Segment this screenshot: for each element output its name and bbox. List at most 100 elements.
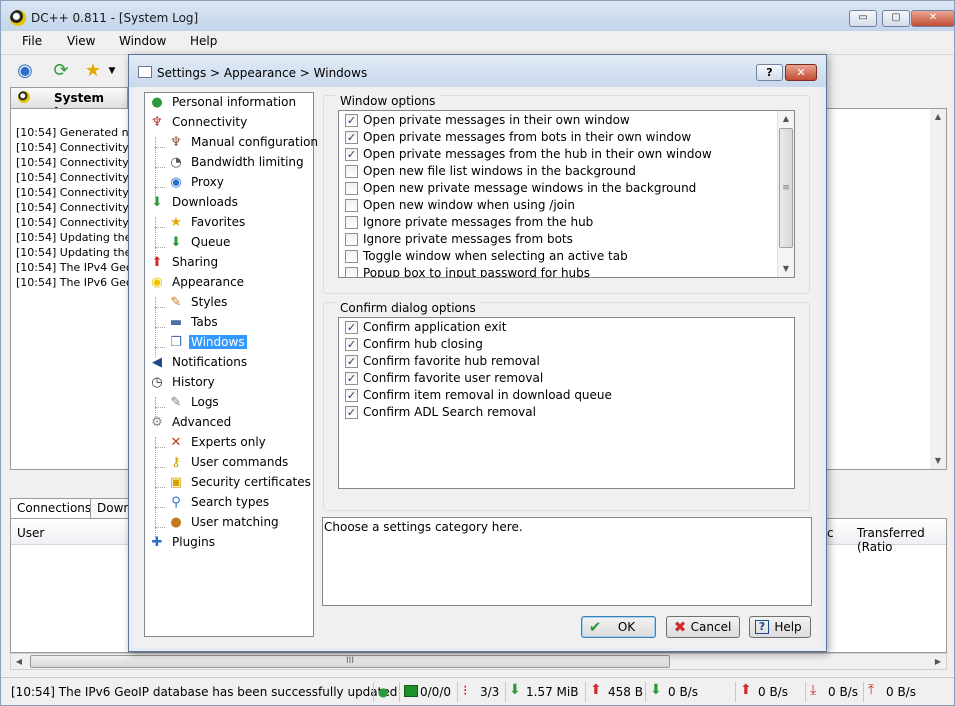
tree-item-label: Advanced bbox=[172, 415, 232, 429]
horizontal-scrollbar[interactable]: ◀ III ▶ bbox=[10, 653, 947, 670]
scroll-down-arrow-icon[interactable]: ▼ bbox=[930, 453, 946, 469]
dialog-title: Settings > Appearance > Windows bbox=[157, 66, 368, 80]
title-bar[interactable]: DC++ 0.811 - [System Log] ▭ ▢ ✕ bbox=[1, 1, 955, 31]
appearance-icon: ◉ bbox=[151, 275, 163, 290]
favorites-folder-icon: ★ bbox=[170, 215, 182, 230]
tree-line bbox=[155, 187, 165, 188]
upload-limit-icon: ⤒ bbox=[868, 682, 875, 698]
tree-item-label: Manual configuration bbox=[191, 135, 319, 149]
settings-window-icon bbox=[138, 66, 152, 78]
log-line: [10:54] Connectivity: I bbox=[16, 156, 139, 169]
log-vertical-scrollbar[interactable]: ▲ ▼ bbox=[930, 109, 946, 469]
favorites-star-icon[interactable]: ★ bbox=[81, 59, 105, 83]
palette-icon: ✎ bbox=[170, 295, 182, 310]
menu-help[interactable]: Help bbox=[190, 34, 217, 48]
upload-arrow-icon: ⬆ bbox=[590, 682, 602, 698]
column-transferred[interactable]: Transferred (Ratio bbox=[857, 526, 946, 554]
status-message: [10:54] The IPv6 GeoIP database has been… bbox=[11, 685, 398, 699]
window-options-list[interactable]: ✓ Open private messages in their own wind… bbox=[338, 110, 795, 278]
ok-button-label: OK bbox=[617, 620, 636, 634]
option-label: Open private messages from bots in their… bbox=[363, 130, 692, 144]
checkbox-unchecked[interactable] bbox=[345, 250, 358, 263]
log-line: [10:54] Connectivity: I bbox=[16, 201, 139, 214]
scroll-left-arrow-icon[interactable]: ◀ bbox=[11, 654, 27, 669]
checkbox-checked[interactable]: ✓ bbox=[345, 372, 358, 385]
checkbox-checked[interactable]: ✓ bbox=[345, 148, 358, 161]
tree-line bbox=[155, 247, 165, 248]
tree-item-label: Notifications bbox=[172, 355, 248, 369]
checkbox-unchecked[interactable] bbox=[345, 216, 358, 229]
tree-line bbox=[155, 327, 165, 328]
dialog-help-button[interactable]: ? bbox=[756, 64, 783, 81]
person-icon: ● bbox=[151, 95, 163, 110]
menu-window[interactable]: Window bbox=[119, 34, 166, 48]
tree-item-label: Tabs bbox=[191, 315, 218, 329]
checkbox-checked[interactable]: ✓ bbox=[345, 406, 358, 419]
gauge-icon: ◔ bbox=[170, 155, 182, 170]
history-clock-icon: ◷ bbox=[151, 375, 163, 390]
checkbox-checked[interactable]: ✓ bbox=[345, 114, 358, 127]
checkbox-checked[interactable]: ✓ bbox=[345, 321, 358, 334]
dropdown-arrow-icon[interactable]: ▼ bbox=[105, 59, 119, 83]
settings-category-tree[interactable]: ● Personal information ♆ Connectivity ♆ Man… bbox=[144, 92, 318, 637]
scroll-right-arrow-icon[interactable]: ▶ bbox=[930, 654, 946, 669]
scroll-up-arrow-icon[interactable]: ▲ bbox=[930, 109, 946, 125]
option-label: Open new window when using /join bbox=[363, 198, 575, 212]
category-description: Choose a settings category here. bbox=[322, 517, 812, 606]
window-options-title: Window options bbox=[336, 94, 440, 108]
scroll-down-arrow-icon[interactable]: ▼ bbox=[778, 261, 794, 277]
dialog-close-button[interactable]: ✕ bbox=[785, 64, 817, 81]
checkbox-checked[interactable]: ✓ bbox=[345, 131, 358, 144]
tree-line bbox=[155, 507, 165, 508]
confirm-options-list[interactable]: ✓ Confirm application exit ✓ Confirm hub c… bbox=[338, 317, 795, 489]
globe-icon[interactable]: ◉ bbox=[13, 59, 37, 83]
tab-system-log[interactable]: System Log bbox=[10, 87, 128, 119]
log-line: [10:54] The IPv4 GeoIP bbox=[16, 261, 143, 274]
notification-icon: ◀ bbox=[152, 355, 162, 370]
option-label: Open private messages in their own windo… bbox=[363, 113, 630, 127]
ok-button[interactable]: ✔ OK bbox=[581, 616, 656, 638]
log-line: [10:54] Connectivity: I bbox=[16, 186, 139, 199]
tree-line bbox=[155, 227, 165, 228]
column-c[interactable]: c bbox=[827, 526, 834, 540]
tree-item-label: Downloads bbox=[172, 195, 238, 209]
proxy-globe-icon: ◉ bbox=[170, 175, 182, 190]
cancel-button[interactable]: ✖ Cancel bbox=[666, 616, 740, 638]
maximize-button[interactable]: ▢ bbox=[882, 10, 910, 27]
refresh-icon[interactable]: ⟳ bbox=[49, 59, 73, 83]
checkbox-unchecked[interactable] bbox=[345, 199, 358, 212]
checkbox-unchecked[interactable] bbox=[345, 267, 358, 277]
log-line: [10:54] The IPv6 GeoIP bbox=[16, 276, 143, 289]
minimize-button[interactable]: ▭ bbox=[849, 10, 877, 27]
tree-line bbox=[155, 307, 165, 308]
close-button[interactable]: ✕ bbox=[911, 10, 955, 27]
help-button[interactable]: ? Help bbox=[749, 616, 811, 638]
help-button-label: Help bbox=[774, 620, 802, 634]
menu-file[interactable]: File bbox=[22, 34, 42, 48]
checkbox-unchecked[interactable] bbox=[345, 182, 358, 195]
system-log-icon bbox=[18, 91, 30, 103]
menu-view[interactable]: View bbox=[67, 34, 95, 48]
checkbox-checked[interactable]: ✓ bbox=[345, 355, 358, 368]
checkbox-unchecked[interactable] bbox=[345, 233, 358, 246]
scroll-up-arrow-icon[interactable]: ▲ bbox=[778, 111, 794, 127]
tree-item-label: Plugins bbox=[172, 535, 215, 549]
options-list-scrollbar[interactable]: ▲ ≡ ▼ bbox=[777, 111, 794, 277]
checkbox-checked[interactable]: ✓ bbox=[345, 389, 358, 402]
tools-icon: ✕ bbox=[170, 435, 182, 450]
tree-line bbox=[155, 407, 165, 408]
column-user[interactable]: User bbox=[17, 526, 44, 540]
tree-line bbox=[155, 467, 165, 468]
window-title: DC++ 0.811 - [System Log] bbox=[31, 11, 199, 25]
queue-icon: ⬇ bbox=[170, 235, 182, 250]
scroll-thumb[interactable]: ≡ bbox=[779, 128, 793, 248]
checkbox-unchecked[interactable] bbox=[345, 165, 358, 178]
tree-line bbox=[155, 347, 165, 348]
dialog-title-bar[interactable]: Settings > Appearance > Windows ? ✕ bbox=[129, 55, 826, 87]
tree-item-label: Queue bbox=[191, 235, 231, 249]
checkbox-checked[interactable]: ✓ bbox=[345, 338, 358, 351]
tab-connections[interactable]: Connections bbox=[10, 498, 99, 518]
scroll-thumb[interactable]: III bbox=[30, 655, 670, 668]
download-arrow-icon: ⬇ bbox=[509, 682, 521, 698]
windows-icon: ❐ bbox=[170, 335, 182, 350]
